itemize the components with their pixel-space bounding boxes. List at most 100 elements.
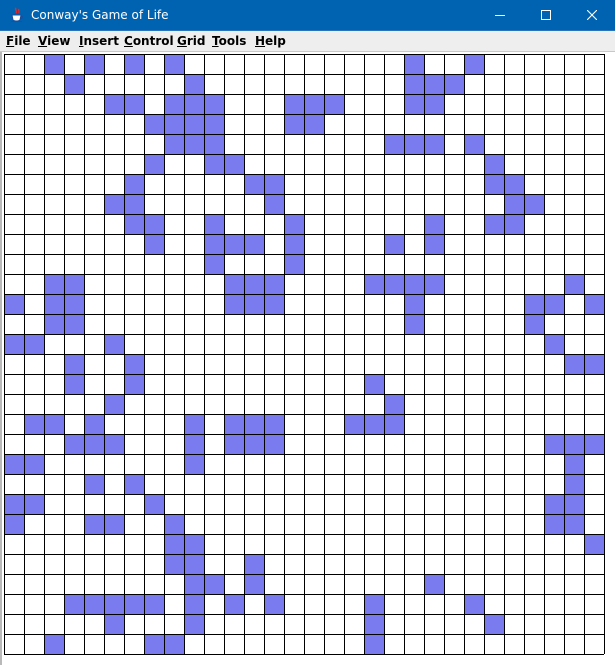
live-cell[interactable] bbox=[264, 274, 284, 294]
live-cell[interactable] bbox=[264, 294, 284, 314]
live-cell[interactable] bbox=[124, 374, 144, 394]
live-cell[interactable] bbox=[104, 394, 124, 414]
live-cell[interactable] bbox=[164, 534, 184, 554]
live-cell[interactable] bbox=[64, 594, 84, 614]
live-cell[interactable] bbox=[384, 394, 404, 414]
live-cell[interactable] bbox=[244, 294, 264, 314]
live-cell[interactable] bbox=[124, 174, 144, 194]
live-cell[interactable] bbox=[124, 474, 144, 494]
live-cell[interactable] bbox=[564, 274, 584, 294]
live-cell[interactable] bbox=[104, 194, 124, 214]
live-cell[interactable] bbox=[564, 454, 584, 474]
live-cell[interactable] bbox=[164, 554, 184, 574]
live-cell[interactable] bbox=[224, 154, 244, 174]
menu-insert[interactable]: Insert bbox=[78, 33, 120, 50]
live-cell[interactable] bbox=[584, 354, 604, 374]
live-cell[interactable] bbox=[144, 214, 164, 234]
live-cell[interactable] bbox=[504, 194, 524, 214]
live-cell[interactable] bbox=[364, 274, 384, 294]
live-cell[interactable] bbox=[64, 374, 84, 394]
live-cell[interactable] bbox=[84, 434, 104, 454]
live-cell[interactable] bbox=[184, 94, 204, 114]
live-cell[interactable] bbox=[404, 94, 424, 114]
live-cell[interactable] bbox=[264, 194, 284, 214]
live-cell[interactable] bbox=[584, 534, 604, 554]
live-cell[interactable] bbox=[424, 234, 444, 254]
live-cell[interactable] bbox=[124, 354, 144, 374]
live-cell[interactable] bbox=[44, 54, 64, 74]
live-cell[interactable] bbox=[584, 434, 604, 454]
live-cell[interactable] bbox=[564, 354, 584, 374]
live-cell[interactable] bbox=[264, 414, 284, 434]
live-cell[interactable] bbox=[204, 94, 224, 114]
live-cell[interactable] bbox=[164, 114, 184, 134]
live-cell[interactable] bbox=[204, 134, 224, 154]
live-cell[interactable] bbox=[424, 274, 444, 294]
live-cell[interactable] bbox=[164, 634, 184, 654]
live-cell[interactable] bbox=[184, 114, 204, 134]
live-cell[interactable] bbox=[24, 334, 44, 354]
live-cell[interactable] bbox=[104, 594, 124, 614]
live-cell[interactable] bbox=[124, 194, 144, 214]
live-cell[interactable] bbox=[464, 594, 484, 614]
live-cell[interactable] bbox=[84, 414, 104, 434]
live-cell[interactable] bbox=[84, 474, 104, 494]
live-cell[interactable] bbox=[84, 54, 104, 74]
live-cell[interactable] bbox=[24, 414, 44, 434]
live-cell[interactable] bbox=[564, 474, 584, 494]
live-cell[interactable] bbox=[424, 94, 444, 114]
live-cell[interactable] bbox=[464, 134, 484, 154]
live-cell[interactable] bbox=[484, 174, 504, 194]
live-cell[interactable] bbox=[184, 414, 204, 434]
live-cell[interactable] bbox=[564, 514, 584, 534]
live-cell[interactable] bbox=[224, 414, 244, 434]
live-cell[interactable] bbox=[544, 494, 564, 514]
live-cell[interactable] bbox=[224, 294, 244, 314]
live-cell[interactable] bbox=[44, 274, 64, 294]
live-cell[interactable] bbox=[184, 134, 204, 154]
live-cell[interactable] bbox=[124, 594, 144, 614]
live-cell[interactable] bbox=[104, 434, 124, 454]
live-cell[interactable] bbox=[64, 74, 84, 94]
live-cell[interactable] bbox=[164, 94, 184, 114]
live-cell[interactable] bbox=[404, 54, 424, 74]
live-cell[interactable] bbox=[284, 114, 304, 134]
live-cell[interactable] bbox=[284, 254, 304, 274]
close-button[interactable] bbox=[569, 0, 615, 30]
live-cell[interactable] bbox=[44, 414, 64, 434]
live-cell[interactable] bbox=[524, 194, 544, 214]
live-cell[interactable] bbox=[104, 94, 124, 114]
menu-control[interactable]: Control bbox=[123, 33, 175, 50]
live-cell[interactable] bbox=[384, 234, 404, 254]
live-cell[interactable] bbox=[244, 174, 264, 194]
live-cell[interactable] bbox=[424, 214, 444, 234]
live-cell[interactable] bbox=[64, 314, 84, 334]
live-cell[interactable] bbox=[244, 234, 264, 254]
live-cell[interactable] bbox=[84, 594, 104, 614]
live-cell[interactable] bbox=[364, 594, 384, 614]
live-cell[interactable] bbox=[484, 154, 504, 174]
live-cell[interactable] bbox=[44, 294, 64, 314]
live-cell[interactable] bbox=[244, 554, 264, 574]
live-cell[interactable] bbox=[184, 554, 204, 574]
live-cell[interactable] bbox=[64, 294, 84, 314]
live-cell[interactable] bbox=[384, 274, 404, 294]
live-cell[interactable] bbox=[264, 434, 284, 454]
live-cell[interactable] bbox=[204, 214, 224, 234]
live-cell[interactable] bbox=[304, 114, 324, 134]
live-cell[interactable] bbox=[44, 314, 64, 334]
live-cell[interactable] bbox=[204, 114, 224, 134]
live-cell[interactable] bbox=[184, 454, 204, 474]
live-cell[interactable] bbox=[364, 374, 384, 394]
live-cell[interactable] bbox=[104, 614, 124, 634]
live-cell[interactable] bbox=[424, 74, 444, 94]
live-cell[interactable] bbox=[104, 334, 124, 354]
live-cell[interactable] bbox=[244, 414, 264, 434]
live-cell[interactable] bbox=[124, 214, 144, 234]
live-cell[interactable] bbox=[84, 514, 104, 534]
live-cell[interactable] bbox=[324, 94, 344, 114]
live-cell[interactable] bbox=[404, 274, 424, 294]
live-cell[interactable] bbox=[224, 594, 244, 614]
live-cell[interactable] bbox=[484, 214, 504, 234]
title-bar[interactable]: Conway's Game of Life bbox=[0, 0, 615, 31]
